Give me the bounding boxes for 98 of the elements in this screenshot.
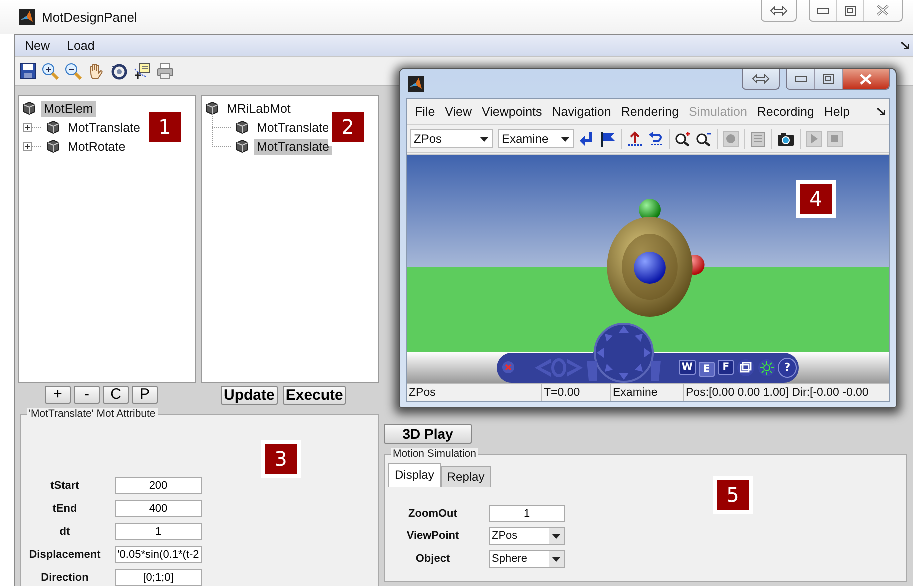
hand-icon[interactable] xyxy=(88,62,105,80)
menu-item[interactable]: Viewpoints xyxy=(482,104,542,118)
menu-item[interactable]: New xyxy=(25,38,50,52)
navigation-mode-button[interactable]: F xyxy=(718,360,734,375)
caret-icon xyxy=(561,137,570,142)
navigation-mode-button[interactable]: E xyxy=(698,362,715,377)
zoom-in-icon[interactable] xyxy=(42,62,59,80)
cube-icon xyxy=(236,121,249,134)
input-field[interactable]: 200 xyxy=(115,477,202,494)
input-field[interactable]: '0.05*sin(0.1*(t-2 xyxy=(115,546,202,563)
cube-icon xyxy=(206,102,219,115)
close-icon xyxy=(877,5,889,16)
input-field[interactable]: [0;1;0] xyxy=(115,569,202,586)
corner-arrow-icon xyxy=(877,108,885,115)
corner-arrow-icon xyxy=(901,42,909,49)
field-label: ViewPoint xyxy=(406,530,460,542)
number-badge: 3 xyxy=(261,440,301,478)
status-cell-text: Pos:[0.00 0.00 1.00] Dir:[-0.00 -0.00 xyxy=(685,386,870,400)
field-label: Object xyxy=(414,553,452,565)
tab[interactable]: Display xyxy=(388,463,442,487)
viewpoint-dropdown[interactable]: ZPos xyxy=(410,129,493,148)
field-label: dt xyxy=(58,526,72,538)
flag-icon[interactable] xyxy=(600,130,616,146)
double-arrow-icon xyxy=(752,74,770,84)
return-arrow-icon[interactable] xyxy=(579,130,595,146)
input-field[interactable]: 400 xyxy=(115,500,202,517)
windows-icon[interactable] xyxy=(737,358,755,376)
tree-button[interactable]: - xyxy=(74,386,100,404)
menu-item[interactable]: Help xyxy=(824,104,850,118)
maximize-button[interactable] xyxy=(815,69,843,89)
printer-icon[interactable] xyxy=(157,62,174,80)
panel-title: 'MotTranslate' Mot Attribute xyxy=(27,408,158,420)
tree-button[interactable]: + xyxy=(45,386,71,404)
minimize-icon xyxy=(817,8,829,14)
status-cell: ZPos xyxy=(407,384,542,401)
input-field[interactable]: 1 xyxy=(115,523,202,540)
close-icon xyxy=(860,74,872,84)
field-label: Displacement xyxy=(28,548,102,560)
menu-item[interactable]: View xyxy=(445,104,472,118)
action-button[interactable]: Execute xyxy=(282,386,346,404)
cube-icon xyxy=(23,102,36,115)
field-label: tEnd xyxy=(52,502,78,514)
dropdown[interactable]: ZPos xyxy=(489,527,565,545)
action-button[interactable]: Update xyxy=(221,386,278,404)
caret-icon xyxy=(552,556,561,562)
menu-item[interactable]: Rendering xyxy=(621,104,680,118)
close-button[interactable] xyxy=(843,69,889,89)
tree-item[interactable]: MotElem xyxy=(41,100,96,116)
minimize-button[interactable] xyxy=(787,69,815,89)
field-label: ZoomOut xyxy=(408,508,458,520)
input-field[interactable]: 1 xyxy=(489,505,565,522)
save-icon[interactable] xyxy=(20,63,36,79)
cube-icon xyxy=(236,140,249,153)
play-button[interactable]: 3D Play xyxy=(384,424,472,444)
tree-item[interactable]: MotRotate xyxy=(65,138,129,154)
expand-icon[interactable] xyxy=(23,142,42,151)
caret-icon xyxy=(552,534,561,538)
app-logo-icon xyxy=(408,76,424,92)
rotate-icon[interactable] xyxy=(111,62,128,80)
zoom-out-icon[interactable] xyxy=(696,130,712,146)
dock-button[interactable] xyxy=(742,69,780,90)
menu-item[interactable]: File xyxy=(415,104,436,118)
app-logo-icon xyxy=(19,9,35,25)
zoom-in-icon[interactable] xyxy=(675,130,691,146)
data-cursor-icon[interactable] xyxy=(134,62,151,80)
clipboard-icon[interactable] xyxy=(750,130,766,146)
mode-dropdown[interactable]: Examine xyxy=(498,129,574,148)
field-label: tStart xyxy=(50,480,80,492)
maximize-icon xyxy=(823,74,834,84)
tree-button[interactable]: C xyxy=(103,386,129,404)
caret-icon xyxy=(480,137,489,142)
status-cell: T=0.00 xyxy=(542,384,611,401)
menu-item[interactable]: Navigation xyxy=(552,104,612,118)
tree-item[interactable]: MRiLabMot xyxy=(224,100,294,116)
camera-icon[interactable] xyxy=(777,130,795,146)
dock-button[interactable] xyxy=(761,0,797,22)
tree-button[interactable]: P xyxy=(132,386,158,404)
minimize-icon xyxy=(794,76,806,82)
maximize-icon xyxy=(844,6,856,16)
dropdown[interactable]: Sphere xyxy=(489,550,565,568)
cube-icon xyxy=(47,121,60,134)
light-icon[interactable] xyxy=(758,358,775,376)
field-label: Direction xyxy=(40,572,90,584)
status-cell: Examine xyxy=(611,384,684,401)
tree-item[interactable]: MotTranslate xyxy=(254,138,332,154)
menu-item[interactable]: Recording xyxy=(757,104,814,118)
expand-icon[interactable] xyxy=(23,123,42,132)
undo-icon[interactable] xyxy=(648,130,664,146)
double-arrow-icon xyxy=(770,6,788,16)
tab[interactable]: Replay xyxy=(441,466,491,487)
menu-item[interactable]: Load xyxy=(67,38,95,52)
cube-icon xyxy=(47,140,60,153)
window-title: MotDesignPanel xyxy=(42,10,138,24)
number-badge: 5 xyxy=(713,476,753,514)
panel-title: Motion Simulation xyxy=(391,448,478,460)
navigation-mode-button[interactable]: W xyxy=(679,360,696,375)
tree-item[interactable]: MotTranslate xyxy=(65,120,144,136)
number-badge: 4 xyxy=(796,180,836,218)
